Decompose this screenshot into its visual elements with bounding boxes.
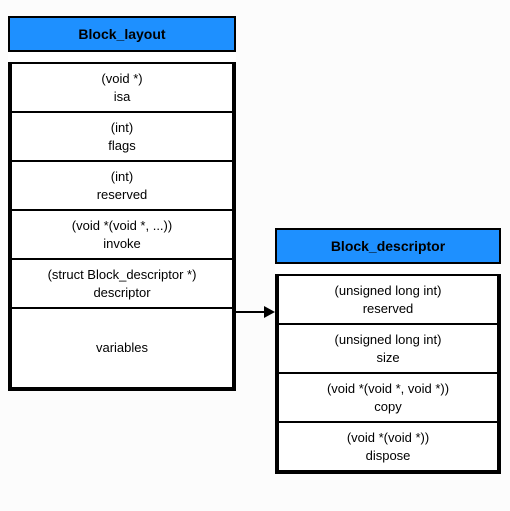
field-name: invoke: [20, 235, 224, 253]
field-type: (struct Block_descriptor *): [20, 266, 224, 284]
field-invoke: (void *(void *, ...)) invoke: [10, 211, 234, 260]
struct-title: Block_descriptor: [275, 228, 501, 264]
field-name: copy: [287, 398, 489, 416]
field-name: isa: [20, 88, 224, 106]
field-reserved: (int) reserved: [10, 162, 234, 211]
field-dispose: (void *(void *)) dispose: [277, 423, 499, 472]
field-name: size: [287, 349, 489, 367]
field-type: (void *): [20, 70, 224, 88]
field-name: reserved: [287, 300, 489, 318]
arrow-icon: [236, 302, 276, 322]
field-descriptor: (struct Block_descriptor *) descriptor: [10, 260, 234, 309]
field-flags: (int) flags: [10, 113, 234, 162]
field-type: (void *(void *, void *)): [287, 380, 489, 398]
struct-block-descriptor: Block_descriptor (unsigned long int) res…: [275, 228, 501, 474]
field-name: variables: [20, 339, 224, 357]
struct-block-layout: Block_layout (void *) isa (int) flags (i…: [8, 16, 236, 391]
field-reserved: (unsigned long int) reserved: [277, 274, 499, 325]
field-name: dispose: [287, 447, 489, 465]
struct-title: Block_layout: [8, 16, 236, 52]
struct-body: (void *) isa (int) flags (int) reserved …: [8, 62, 236, 391]
field-name: flags: [20, 137, 224, 155]
field-type: (unsigned long int): [287, 282, 489, 300]
field-type: (void *(void *, ...)): [20, 217, 224, 235]
field-type: (int): [20, 168, 224, 186]
field-type: (int): [20, 119, 224, 137]
field-size: (unsigned long int) size: [277, 325, 499, 374]
field-type: (unsigned long int): [287, 331, 489, 349]
field-copy: (void *(void *, void *)) copy: [277, 374, 499, 423]
struct-body: (unsigned long int) reserved (unsigned l…: [275, 274, 501, 474]
field-type: (void *(void *)): [287, 429, 489, 447]
field-isa: (void *) isa: [10, 62, 234, 113]
field-name: reserved: [20, 186, 224, 204]
field-name: descriptor: [20, 284, 224, 302]
field-variables: variables: [10, 309, 234, 389]
